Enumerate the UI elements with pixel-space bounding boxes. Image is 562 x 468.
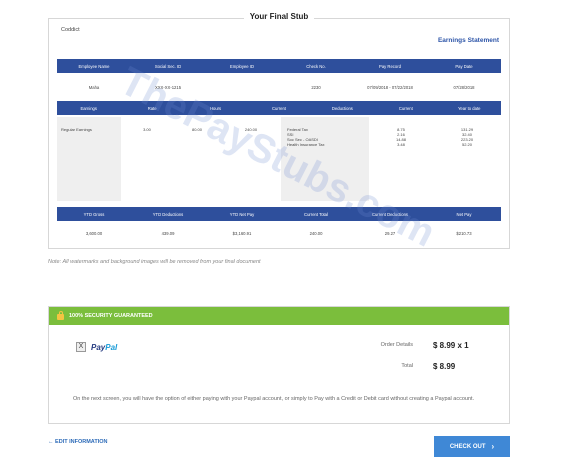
header-cell: YTD Deductions bbox=[152, 211, 184, 217]
header-cell: Current bbox=[271, 105, 286, 111]
current-col: 240.00 bbox=[221, 117, 281, 201]
table-cell: 2230 bbox=[311, 84, 321, 90]
totals-header-bar: YTD Gross YTD Deductions YTD Net Pay Cur… bbox=[57, 207, 501, 221]
checkout-label: CHECK OUT bbox=[449, 443, 486, 450]
earnings-label: Regular Earnings bbox=[61, 127, 92, 132]
payment-info-text: On the next screen, you will have the op… bbox=[73, 396, 475, 402]
header-cell: Current Deductions bbox=[371, 211, 409, 217]
header-cell: YTD Net Pay bbox=[229, 211, 255, 217]
table-cell: 240.00 bbox=[309, 230, 323, 236]
deduction-current-col: 8.75 2.16 14.88 3.48 bbox=[369, 117, 433, 201]
security-header: 100% SECURITY GUARANTEED bbox=[49, 307, 509, 325]
rate-col: 3.00 bbox=[121, 117, 173, 201]
table-cell: 29.27 bbox=[384, 230, 396, 236]
employee-header-bar: Employee Name Social Sec. ID Employee ID… bbox=[57, 59, 501, 73]
table-cell: XXX-XX-1215 bbox=[154, 84, 182, 90]
header-cell: YTD Gross bbox=[83, 211, 105, 217]
earnings-area: Regular Earnings 3.00 80.00 240.00 Feder… bbox=[57, 117, 501, 201]
deduction-current: 3.48 bbox=[397, 142, 405, 147]
payment-page: Your Final Stub Coddict Earnings Stateme… bbox=[0, 0, 562, 468]
header-cell: Current Total bbox=[304, 211, 328, 217]
rate-value: 3.00 bbox=[143, 127, 151, 132]
stub-title: Your Final Stub bbox=[49, 12, 509, 21]
deduction-ytd: 52.20 bbox=[461, 142, 472, 147]
deductions-col: Federal Tax SSI Soc Sec - OASDI Health I… bbox=[281, 117, 369, 201]
chevron-right-icon: › bbox=[491, 442, 495, 451]
total-value: $ 8.99 bbox=[433, 362, 456, 371]
edit-information-label: EDIT INFORMATION bbox=[55, 439, 108, 445]
watermark-note: Note: All watermarks and background imag… bbox=[48, 259, 261, 265]
order-details-label: Order Details bbox=[380, 342, 413, 348]
table-cell: $210.73 bbox=[456, 230, 472, 236]
statement-label: Earnings Statement bbox=[437, 37, 499, 44]
edit-information-link[interactable]: ← EDIT INFORMATION bbox=[48, 439, 107, 445]
employee-row: Maha XXX-XX-1215 2230 07/09/2018 - 07/22… bbox=[57, 81, 501, 93]
deduction-label: Health Insurance Tax bbox=[287, 142, 325, 147]
totals-row: 3,600.00 439.09 $3,160.91 240.00 29.27 $… bbox=[57, 227, 501, 239]
paypal-logo-pal: Pal bbox=[105, 343, 118, 352]
order-details-value: $ 8.99 x 1 bbox=[433, 341, 469, 350]
paypal-radio[interactable]: X bbox=[76, 342, 86, 352]
header-cell: Employee ID bbox=[230, 63, 254, 69]
table-cell: 439.09 bbox=[161, 230, 175, 236]
table-cell: 3,600.00 bbox=[85, 230, 103, 236]
header-cell: Current bbox=[398, 105, 413, 111]
header-cell: Rate bbox=[147, 105, 157, 111]
company-name: Coddict bbox=[61, 27, 80, 33]
current-value: 240.00 bbox=[244, 127, 258, 132]
table-cell: 07/28/2018 bbox=[453, 84, 475, 90]
header-cell: Earnings bbox=[80, 105, 97, 111]
header-cell: Hours bbox=[209, 105, 222, 111]
header-cell: Year to date bbox=[458, 105, 481, 111]
header-cell: Pay Record bbox=[379, 63, 401, 69]
header-cell: Pay Date bbox=[455, 63, 473, 69]
header-cell: Net Pay bbox=[456, 211, 472, 217]
total-label: Total bbox=[401, 363, 413, 369]
table-cell: $3,160.91 bbox=[232, 230, 252, 236]
earnings-label-col: Regular Earnings bbox=[57, 117, 121, 201]
hours-value: 80.00 bbox=[191, 127, 202, 132]
earnings-header-bar: Earnings Rate Hours Current Deductions C… bbox=[57, 101, 501, 115]
header-cell: Deductions bbox=[331, 105, 353, 111]
stub-preview: Your Final Stub Coddict Earnings Stateme… bbox=[48, 12, 510, 256]
paypal-logo-pay: Pay bbox=[91, 343, 106, 352]
header-cell: Employee Name bbox=[78, 63, 110, 69]
header-cell: Check No. bbox=[306, 63, 326, 69]
security-header-label: 100% SECURITY GUARANTEED bbox=[69, 313, 153, 319]
paypal-logo[interactable]: PayPal bbox=[91, 343, 117, 352]
deduction-ytd-col: 131.29 32.40 223.20 52.20 bbox=[433, 117, 501, 201]
arrow-left-icon: ← bbox=[48, 439, 54, 445]
header-cell: Social Sec. ID bbox=[154, 63, 182, 69]
table-cell: Maha bbox=[88, 84, 100, 90]
lock-icon bbox=[57, 311, 64, 320]
checkout-button[interactable]: CHECK OUT › bbox=[434, 436, 510, 457]
payment-card: 100% SECURITY GUARANTEED X PayPal Order … bbox=[48, 306, 510, 424]
table-cell: 07/09/2018 - 07/22/2018 bbox=[367, 84, 413, 90]
hours-col: 80.00 bbox=[173, 117, 221, 201]
